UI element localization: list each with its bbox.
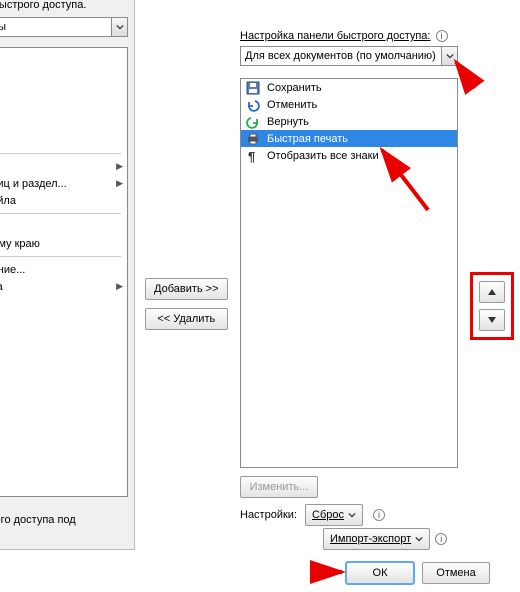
list-item[interactable]: левому краю <box>0 235 127 252</box>
arrow-up-icon <box>487 288 497 296</box>
save-icon <box>245 80 261 96</box>
list-item[interactable]: начение... <box>0 261 127 278</box>
add-button[interactable]: Добавить >> <box>145 278 228 300</box>
submenu-arrow-icon: ▶ <box>116 178 123 189</box>
section-title: ли быстрого доступа. <box>0 0 128 11</box>
chevron-down-icon <box>441 47 457 65</box>
undo-icon <box>245 97 261 113</box>
list-item-selected[interactable]: Быстрая печать <box>241 130 457 147</box>
move-up-button[interactable] <box>479 281 505 303</box>
help-icon[interactable]: i <box>373 509 385 521</box>
import-export-button[interactable]: Импорт-экспорт <box>323 528 430 550</box>
list-item[interactable]: Отменить <box>241 96 457 113</box>
customize-label: Настройка панели быстрого доступа: i <box>240 30 448 42</box>
help-icon[interactable]: i <box>436 30 448 42</box>
checkbox-label-fragment: ыстрого доступа под <box>0 514 76 526</box>
remove-button[interactable]: << Удалить <box>145 308 228 330</box>
ok-button[interactable]: ОК <box>346 562 414 584</box>
list-item[interactable]: у <box>0 218 127 235</box>
commands-combo[interactable]: манды <box>0 17 128 37</box>
redo-icon <box>245 114 261 130</box>
commands-combo-label: манды <box>0 21 111 33</box>
settings-label: Настройки: <box>240 509 297 521</box>
paragraph-icon: ¶ <box>245 148 261 164</box>
list-item[interactable]: пись <box>0 132 127 149</box>
list-item[interactable]: писка▶ <box>0 278 127 295</box>
list-item[interactable]: ку▶ <box>0 158 127 175</box>
cancel-button[interactable]: Отмена <box>422 562 490 584</box>
svg-text:¶: ¶ <box>248 149 255 163</box>
list-item[interactable]: ¶ Отобразить все знаки <box>241 147 457 164</box>
help-icon[interactable]: i <box>435 533 447 545</box>
chevron-down-icon <box>415 536 423 542</box>
commands-list[interactable]: пись ку▶ траниц и раздел...▶ з файла у л… <box>0 47 128 497</box>
list-item[interactable]: траниц и раздел...▶ <box>0 175 127 192</box>
reset-button[interactable]: Сброс <box>305 504 363 526</box>
modify-button[interactable]: Изменить... <box>240 476 318 498</box>
reorder-buttons-highlight <box>470 272 514 340</box>
arrow-down-icon <box>487 316 497 324</box>
quick-access-list[interactable]: Сохранить Отменить Вернуть Быстрая печат… <box>240 78 458 468</box>
print-icon <box>245 131 261 147</box>
chevron-down-icon <box>348 512 356 518</box>
list-item[interactable]: Сохранить <box>241 79 457 96</box>
chevron-down-icon <box>111 18 127 36</box>
move-down-button[interactable] <box>479 309 505 331</box>
submenu-arrow-icon: ▶ <box>116 161 123 172</box>
scope-combo[interactable]: Для всех документов (по умолчанию) <box>240 46 458 66</box>
list-item[interactable]: Вернуть <box>241 113 457 130</box>
submenu-arrow-icon: ▶ <box>116 281 123 292</box>
scope-combo-value: Для всех документов (по умолчанию) <box>241 50 441 62</box>
list-item[interactable]: з файла <box>0 192 127 209</box>
